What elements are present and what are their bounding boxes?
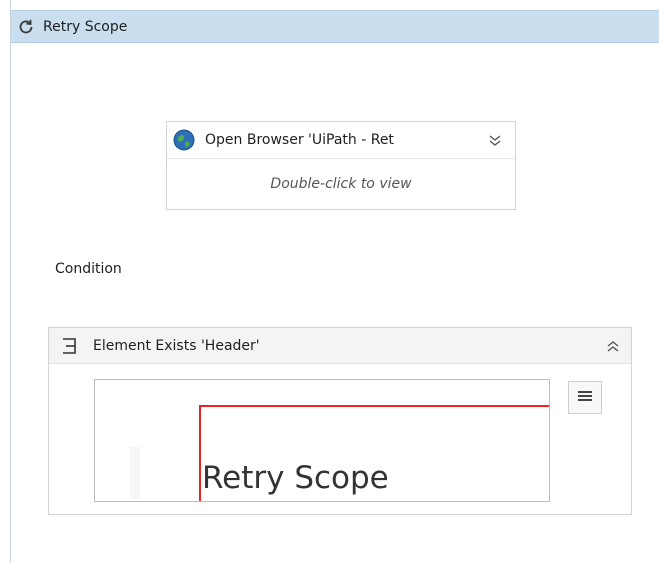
menu-button[interactable] — [568, 381, 602, 414]
preview-faint-shape — [130, 447, 140, 499]
preview-text: Retry Scope — [202, 460, 389, 496]
element-exists-activity[interactable]: Element Exists 'Header' Retry Scope — [48, 327, 632, 515]
menu-icon — [577, 388, 593, 407]
double-chevron-up-icon[interactable] — [605, 338, 621, 354]
element-exists-header[interactable]: Element Exists 'Header' — [49, 328, 631, 364]
element-exists-label: Element Exists 'Header' — [93, 337, 260, 354]
globe-icon — [173, 129, 195, 151]
retry-scope-header[interactable]: Retry Scope — [11, 10, 659, 43]
double-chevron-down-icon[interactable] — [487, 132, 503, 148]
open-browser-label: Open Browser 'UiPath - Ret — [205, 132, 394, 148]
retry-scope-title: Retry Scope — [43, 18, 128, 35]
condition-label: Condition — [55, 261, 122, 277]
open-browser-header[interactable]: Open Browser 'UiPath - Ret — [167, 122, 515, 159]
open-browser-activity[interactable]: Open Browser 'UiPath - Ret Double-click … — [166, 121, 516, 210]
exists-icon — [61, 337, 79, 355]
element-preview-image[interactable]: Retry Scope — [94, 379, 550, 502]
retry-icon — [17, 18, 43, 36]
open-browser-hint[interactable]: Double-click to view — [167, 159, 515, 209]
